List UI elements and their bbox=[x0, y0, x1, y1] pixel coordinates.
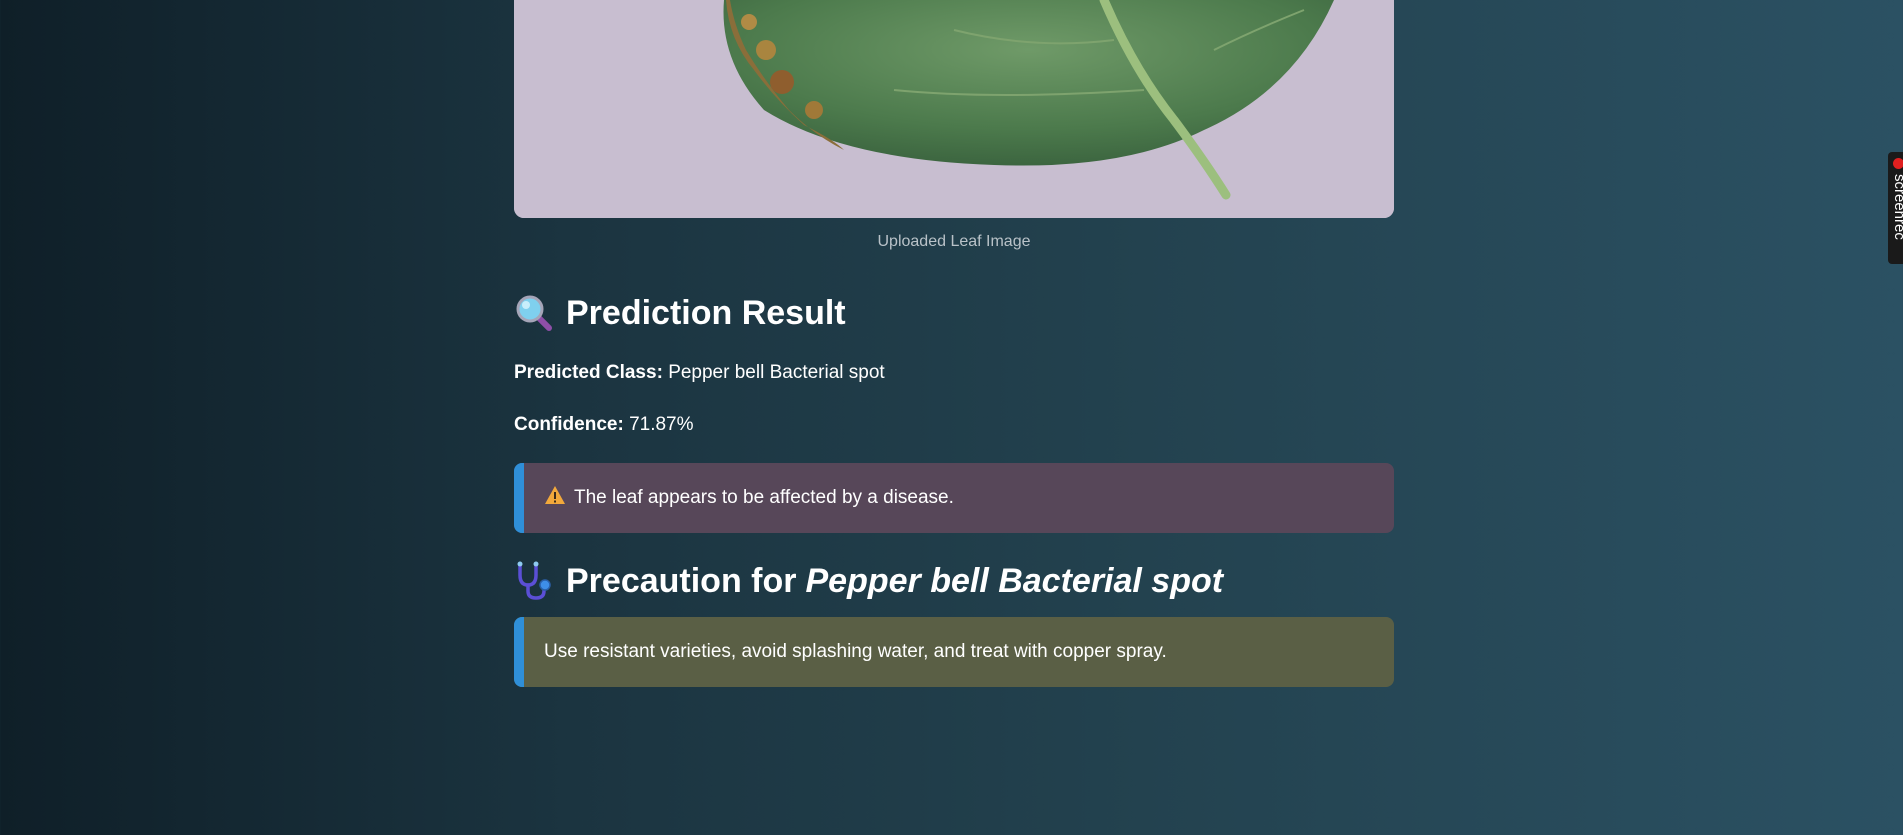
confidence-row: Confidence: 71.87% bbox=[514, 413, 1394, 437]
record-dot-icon bbox=[1893, 158, 1903, 169]
screen-recorder-label: screenrec bbox=[1891, 174, 1903, 240]
image-caption: Uploaded Leaf Image bbox=[877, 233, 1031, 250]
predicted-class-row: Predicted Class: Pepper bell Bacterial s… bbox=[514, 361, 1394, 385]
precaution-heading: Precaution for Pepper bell Bacterial spo… bbox=[514, 559, 1394, 603]
precaution-heading-disease: Pepper bell Bacterial spot bbox=[805, 561, 1224, 600]
warning-icon bbox=[544, 485, 566, 511]
precaution-info-alert: Use resistant varieties, avoid splashing… bbox=[514, 617, 1394, 687]
precaution-text: Use resistant varieties, avoid splashing… bbox=[544, 641, 1167, 662]
predicted-class-value: Pepper bell Bacterial spot bbox=[668, 362, 885, 383]
disease-warning-alert: The leaf appears to be affected by a dis… bbox=[514, 463, 1394, 533]
warning-text: The leaf appears to be affected by a dis… bbox=[574, 487, 954, 508]
screen-recorder-tab[interactable]: screenrec bbox=[1888, 152, 1903, 264]
main-column: Uploaded Leaf Image Prediction Result Pr… bbox=[514, 0, 1394, 687]
magnifying-glass-icon bbox=[514, 293, 554, 333]
confidence-label: Confidence: bbox=[514, 414, 624, 435]
prediction-heading: Prediction Result bbox=[514, 291, 1394, 335]
confidence-value: 71.87% bbox=[629, 414, 694, 435]
prediction-heading-text: Prediction Result bbox=[566, 293, 846, 332]
uploaded-leaf-image bbox=[514, 0, 1394, 218]
stethoscope-icon bbox=[514, 561, 554, 601]
predicted-class-label: Predicted Class: bbox=[514, 362, 663, 383]
precaution-heading-prefix: Precaution for bbox=[566, 561, 797, 600]
